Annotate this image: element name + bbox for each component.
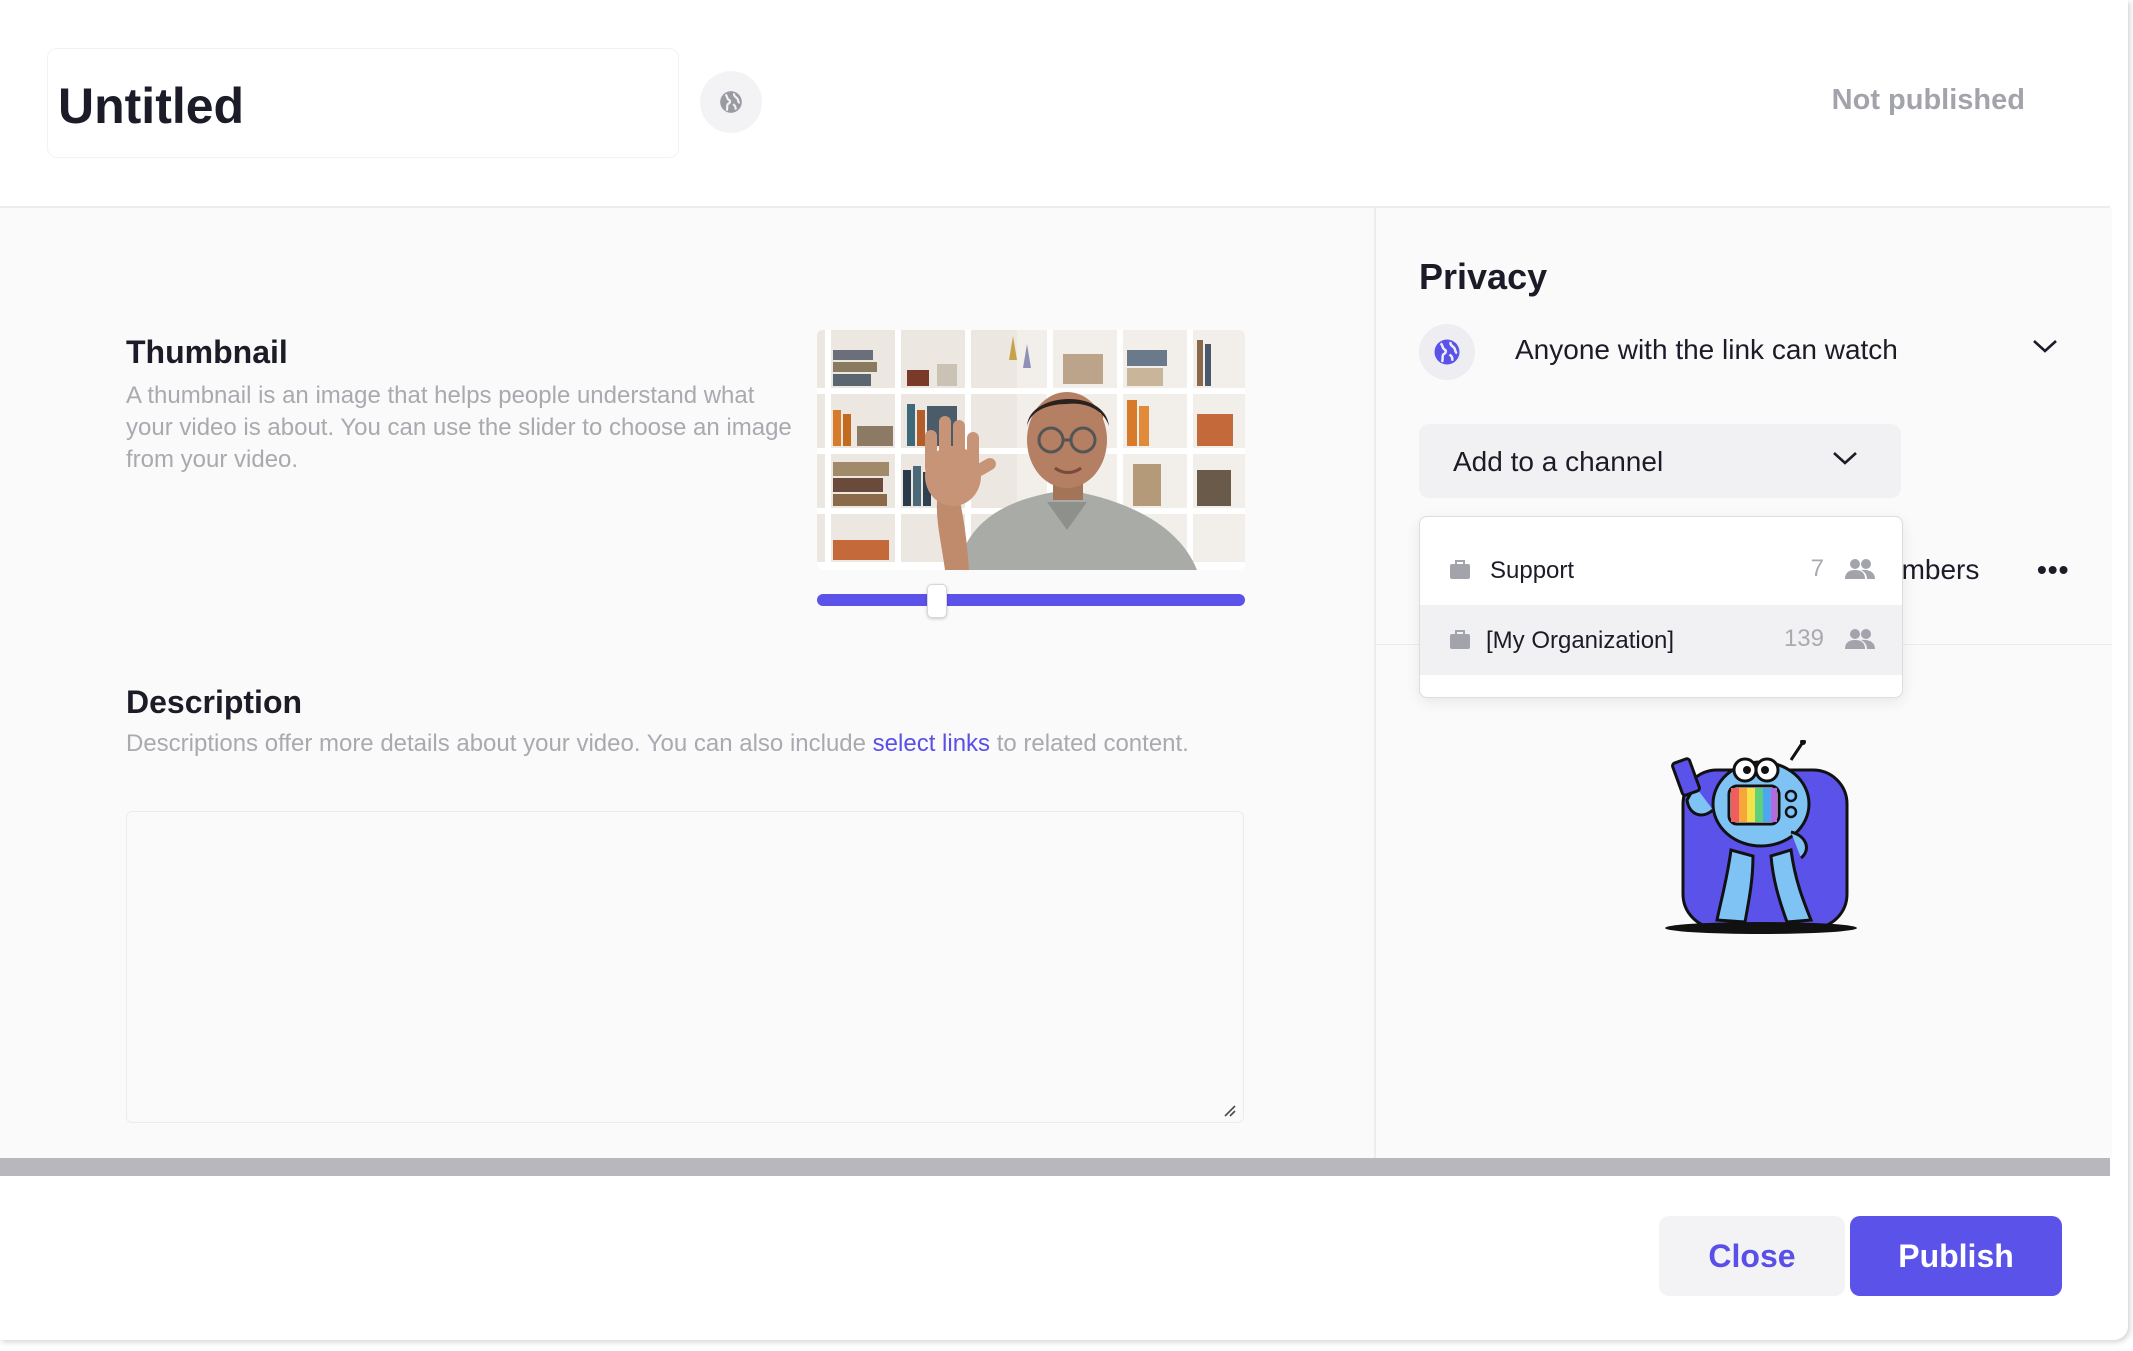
thumbnail-slider-handle[interactable] (926, 584, 947, 618)
thumbnail-slider-track[interactable] (817, 594, 1245, 606)
add-to-channel-label: Add to a channel (1453, 446, 1664, 477)
publish-button[interactable]: Publish (1850, 1216, 2062, 1296)
channel-option-my-organization[interactable]: [My Organization] 139 (1420, 605, 1902, 675)
description-heading: Description (126, 684, 303, 720)
thumbnail-image (817, 330, 1245, 570)
briefcase-icon (1450, 630, 1470, 649)
privacy-panel: Privacy Anyone with the link can watch A… (1374, 208, 2112, 1158)
horizontal-scrollbar[interactable] (0, 1158, 2110, 1176)
channel-member-count: 139 (1783, 625, 1824, 652)
tv-mascot-illustration (1661, 739, 1861, 945)
publish-status: Not published (1831, 84, 2025, 116)
channel-dropdown: Support 7 [My Organization] 139 (1419, 516, 1903, 698)
people-icon (1845, 559, 1875, 579)
thumbnail-helper: A thumbnail is an image that helps peopl… (126, 382, 792, 473)
description-helper-text-end: to related content. (990, 730, 1189, 757)
publish-modal: Untitled Not published Thumbnail A thumb… (0, 0, 2128, 1340)
briefcase-icon (1450, 560, 1470, 579)
select-links-link[interactable]: select links (873, 730, 990, 757)
thumbnail-heading: Thumbnail (126, 334, 288, 370)
globe-icon (1434, 339, 1460, 365)
description-helper: Descriptions offer more details about yo… (126, 728, 1246, 760)
privacy-heading: Privacy (1419, 256, 1548, 297)
more-icon[interactable]: ••• (2037, 554, 2069, 586)
video-title[interactable]: Untitled (58, 77, 244, 135)
description-helper-text: Descriptions offer more details about yo… (126, 730, 873, 757)
visibility-globe-button[interactable] (700, 71, 762, 133)
channel-member-count: 7 (1810, 555, 1824, 582)
thumbnail-preview (817, 330, 1245, 570)
resize-handle-icon[interactable] (1221, 1102, 1237, 1118)
close-button[interactable]: Close (1659, 1216, 1845, 1296)
channel-option-label: [My Organization] (1486, 627, 1675, 654)
channel-option-label: Support (1490, 557, 1575, 584)
description-textarea[interactable] (126, 811, 1244, 1123)
modal-header: Untitled Not published (0, 0, 2110, 208)
details-panel: Thumbnail A thumbnail is an image that h… (0, 208, 1374, 1158)
privacy-selection[interactable]: Anyone with the link can watch (1515, 334, 1898, 366)
people-icon (1845, 629, 1875, 649)
chevron-down-icon (1833, 452, 1857, 465)
chevron-down-icon[interactable] (2031, 336, 2059, 356)
privacy-globe (1419, 324, 1475, 380)
channel-option-support[interactable]: Support 7 (1420, 535, 1902, 605)
modal-footer: Close Publish (0, 1176, 2128, 1340)
globe-icon (720, 91, 742, 113)
add-to-channel-button[interactable]: Add to a channel (1419, 424, 1901, 498)
title-field[interactable]: Untitled (47, 48, 679, 158)
